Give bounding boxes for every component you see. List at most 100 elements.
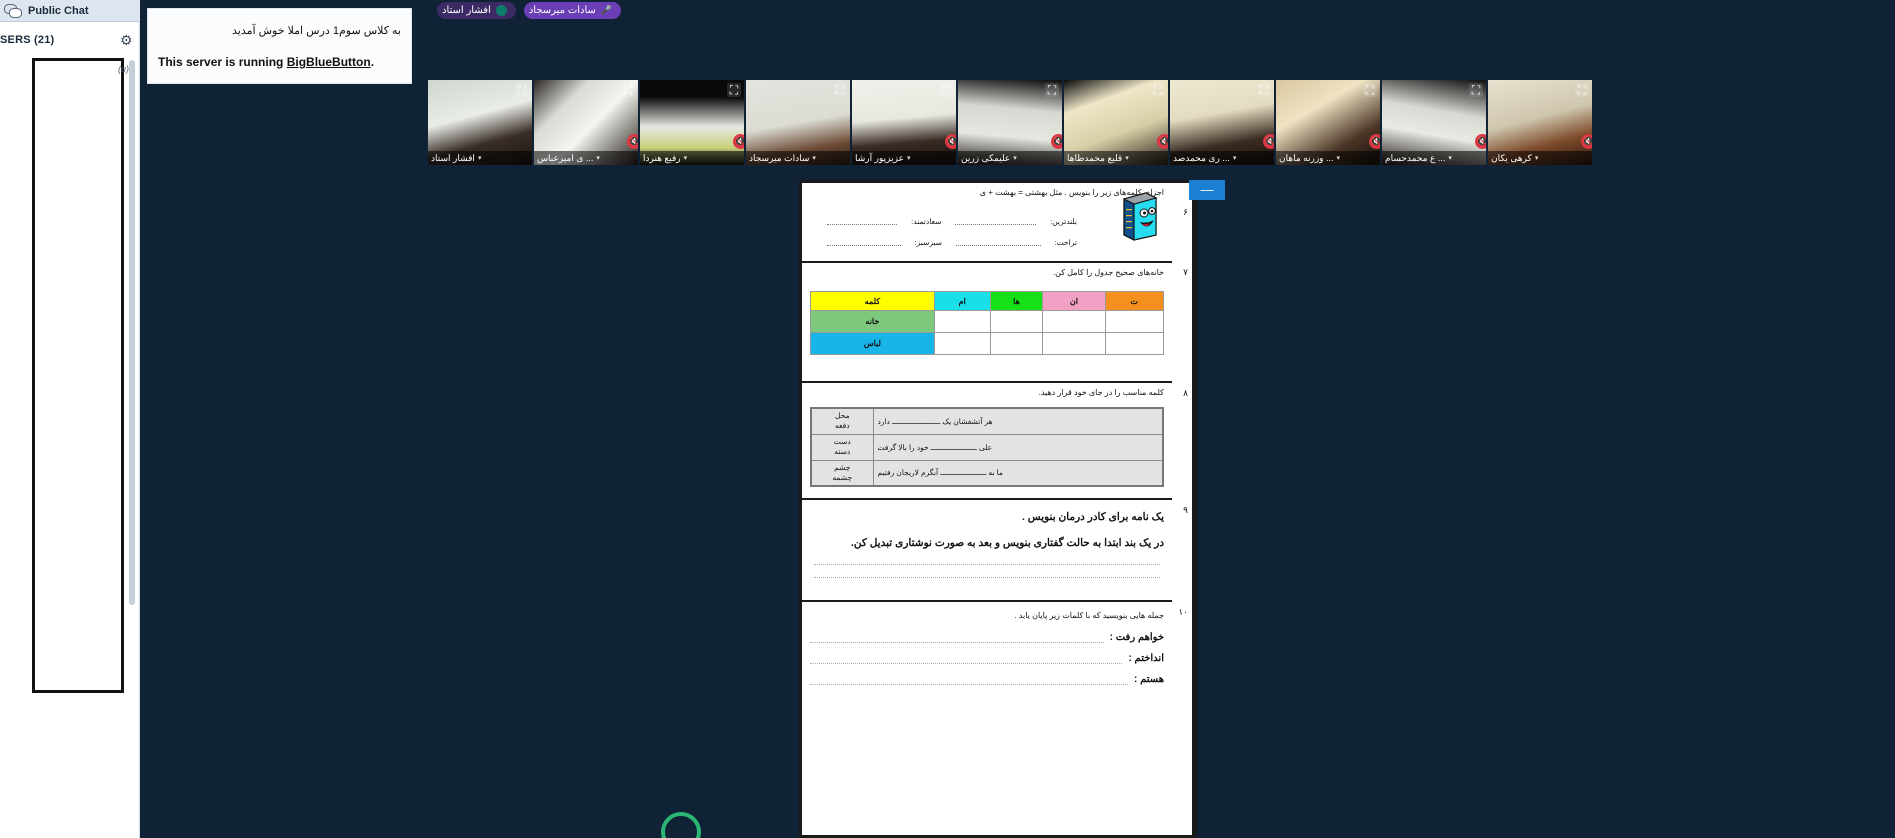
bigbluebutton-window: م🎧اف🎧به🔇تو🔇حص🔇را🔇زه🔇سا🎧شو🔇صد🔇ضب🔇عز🔇فل🔇فر… — [0, 0, 1895, 838]
expand-icon[interactable]: ⛶ — [1363, 83, 1377, 97]
webcam-name-bar[interactable]: ▾... ری محمدصد — [1170, 151, 1274, 165]
answer-blank[interactable] — [827, 238, 901, 246]
gear-icon[interactable]: ⚙ — [120, 33, 134, 47]
worksheet-body: اجزای کلمه‌های زیر را بنویس . مثل بهشتی … — [802, 183, 1172, 835]
table-row: ما به ـــــــــــــــــــــ آبگرم لاریجا… — [810, 459, 1164, 487]
webcam-tile[interactable]: ⛶ ▾ عزیزپور آرشا 🔇 — [852, 80, 956, 165]
webcam-tile[interactable]: ⛶ ▾... ی امیرعباس 🔇 — [534, 80, 638, 165]
slide-canvas[interactable]: ۶ ۷ ۸ ۹ ۱۰ اجزای کلمه‌های زیر را بنویس .… — [799, 180, 1197, 838]
webcam-name-bar[interactable]: ▾ علیمکی زرین — [958, 151, 1062, 165]
webcam-tile[interactable]: ⛶ ▾... وزرنه ماهان 🔇 — [1276, 80, 1380, 165]
chevron-down-icon[interactable]: ▾ — [1337, 154, 1341, 162]
pair-left-label: سبزسبز: — [914, 238, 943, 247]
webcam-name-bar[interactable]: ▾ عزیزپور آرشا — [852, 151, 956, 165]
worksheet-section-8: کلمه مناسب را در جای خود قرار دهید. هر آ… — [802, 383, 1172, 500]
expand-icon[interactable]: ⛶ — [1151, 83, 1165, 97]
worksheet-section-10: جمله هایی بنویسید که با کلمات زیر پایان … — [802, 602, 1172, 712]
word-choices-cell: دست دسته — [810, 433, 874, 461]
expand-icon[interactable]: ⛶ — [1045, 83, 1059, 97]
word-choice[interactable]: دفعه — [816, 421, 869, 431]
answer-blank[interactable] — [810, 654, 1123, 664]
public-chat-panel: Public Chat SERS (21) ⚙ (u) — [0, 0, 140, 838]
webcam-name-label: ... ی امیرعباس — [537, 152, 594, 163]
camera-dot-icon — [495, 4, 507, 16]
sentence-cell[interactable]: علی ـــــــــــــــــــــ خود را بالا گر… — [872, 433, 1164, 461]
table-cell[interactable] — [989, 332, 1044, 355]
word-choice[interactable]: چشم — [816, 463, 869, 473]
fill-in-blank-table[interactable]: هر آتشفشان یک ــــــــــــــــــــــ دار… — [810, 407, 1164, 487]
question-number-column: ۶ ۷ ۸ ۹ ۱۰ — [1172, 183, 1194, 835]
table-cell[interactable] — [1042, 332, 1106, 355]
sentence-cell[interactable]: ما به ـــــــــــــــــــــ آبگرم لاریجا… — [872, 459, 1164, 487]
expand-icon[interactable]: ⛶ — [939, 83, 953, 97]
sentence-cell[interactable]: هر آتشفشان یک ــــــــــــــــــــــ دار… — [872, 407, 1164, 435]
expand-icon[interactable]: ⛶ — [621, 83, 635, 97]
webcam-name-bar[interactable]: ▾ کرهی یکان — [1488, 151, 1592, 165]
chevron-down-icon[interactable]: ▾ — [1125, 154, 1129, 162]
chevron-down-icon[interactable]: ▾ — [1233, 154, 1237, 162]
table-cell[interactable] — [1104, 332, 1165, 355]
pair-right-label: تراحت: — [1054, 238, 1077, 247]
expand-icon[interactable]: ⛶ — [833, 83, 847, 97]
writing-line[interactable] — [814, 563, 1160, 565]
webcam-tile[interactable]: ⛶ ▾ علیمکی زرین 🔇 — [958, 80, 1062, 165]
expand-icon[interactable]: ⛶ — [515, 83, 529, 97]
chevron-down-icon[interactable]: ▾ — [596, 154, 600, 162]
webcam-name-label: ... ری محمدصد — [1173, 152, 1230, 163]
chevron-down-icon[interactable]: ▾ — [812, 154, 816, 162]
webcam-tile[interactable]: ⛶ ▾ قلیع محمدطاها 🔇 — [1064, 80, 1168, 165]
answer-blank[interactable] — [810, 633, 1104, 643]
happy-book-icon — [1122, 192, 1158, 241]
expand-icon[interactable]: ⛶ — [1257, 83, 1271, 97]
webcam-name-label: قلیع محمدطاها — [1067, 152, 1123, 163]
answer-blank[interactable] — [955, 217, 1037, 225]
talking-indicator-pill[interactable]: افشار استاد — [437, 1, 516, 19]
webcam-tile[interactable]: ⛶ ▾... ع محمدحسام 🔇 — [1382, 80, 1486, 165]
webcam-name-bar[interactable]: ▾ قلیع محمدطاها — [1064, 151, 1168, 165]
answer-blank[interactable] — [810, 675, 1129, 685]
chevron-down-icon[interactable]: ▾ — [1448, 154, 1452, 162]
table-cell[interactable] — [1042, 310, 1106, 333]
chat-welcome-message: به کلاس سوم1 درس املا خوش آمدید — [232, 25, 401, 37]
table-cell[interactable] — [1104, 310, 1165, 333]
expand-icon[interactable]: ⛶ — [727, 83, 741, 97]
answer-blank[interactable] — [956, 238, 1041, 246]
panel-scrollbar[interactable] — [129, 60, 135, 605]
table-cell[interactable] — [989, 310, 1044, 333]
answer-blank[interactable] — [827, 217, 898, 225]
writing-line[interactable] — [814, 576, 1160, 578]
table-cell[interactable] — [933, 332, 991, 355]
webcam-tile[interactable]: ⛶ ▾ افشار استاد — [428, 80, 532, 165]
chevron-down-icon[interactable]: ▾ — [1535, 154, 1539, 162]
webcam-tile[interactable]: ⛶ ▾... ری محمدصد 🔇 — [1170, 80, 1274, 165]
server-message-suffix: . — [370, 55, 375, 69]
slide-thumbnail[interactable] — [32, 58, 124, 693]
chevron-down-icon[interactable]: ▾ — [1013, 154, 1017, 162]
talking-indicator-pill[interactable]: 🎤 سادات میرسجاد — [523, 1, 622, 19]
word-choice[interactable]: دست — [816, 437, 869, 447]
chevron-down-icon[interactable]: ▾ — [907, 154, 911, 162]
webcam-name-bar[interactable]: ▾ افشار استاد — [428, 151, 532, 165]
chevron-down-icon[interactable]: ▾ — [684, 154, 688, 162]
word-choice[interactable]: محل — [816, 411, 869, 421]
webcam-name-bar[interactable]: ▾... ع محمدحسام — [1382, 151, 1486, 165]
vocabulary-table[interactable]: ت ان ها ام کلمه خانه لباس — [810, 291, 1165, 355]
webcam-name-bar[interactable]: ▾... ی امیرعباس — [534, 151, 638, 165]
webcam-tile[interactable]: ⛶ ▾ کرهی یکان 🔇 — [1488, 80, 1592, 165]
section-9-title: یک نامه برای کادر درمان بنویس . — [1021, 511, 1164, 523]
minimize-presentation-button[interactable]: — — [1189, 180, 1225, 200]
expand-icon[interactable]: ⛶ — [1575, 83, 1589, 97]
webcam-name-bar[interactable]: ▾ رفیع هنردا — [640, 151, 744, 165]
webcam-tile[interactable]: ⛶ ▾ سادات میرسجاد — [746, 80, 850, 165]
public-chat-header[interactable]: Public Chat — [0, 0, 140, 22]
expand-icon[interactable]: ⛶ — [1469, 83, 1483, 97]
webcam-name-bar[interactable]: ▾... وزرنه ماهان — [1276, 151, 1380, 165]
word-choice[interactable]: چشمه — [816, 473, 869, 483]
chevron-down-icon[interactable]: ▾ — [478, 154, 482, 162]
word-choice[interactable]: دسته — [816, 447, 869, 457]
webcam-tile[interactable]: ⛶ ▾ رفیع هنردا 🔇 — [640, 80, 744, 165]
table-cell[interactable] — [933, 310, 991, 333]
webcam-name-bar[interactable]: ▾ سادات میرسجاد — [746, 151, 850, 165]
bigbluebutton-link[interactable]: BigBlueButton — [287, 55, 371, 69]
pill-label: سادات میرسجاد — [528, 4, 596, 16]
